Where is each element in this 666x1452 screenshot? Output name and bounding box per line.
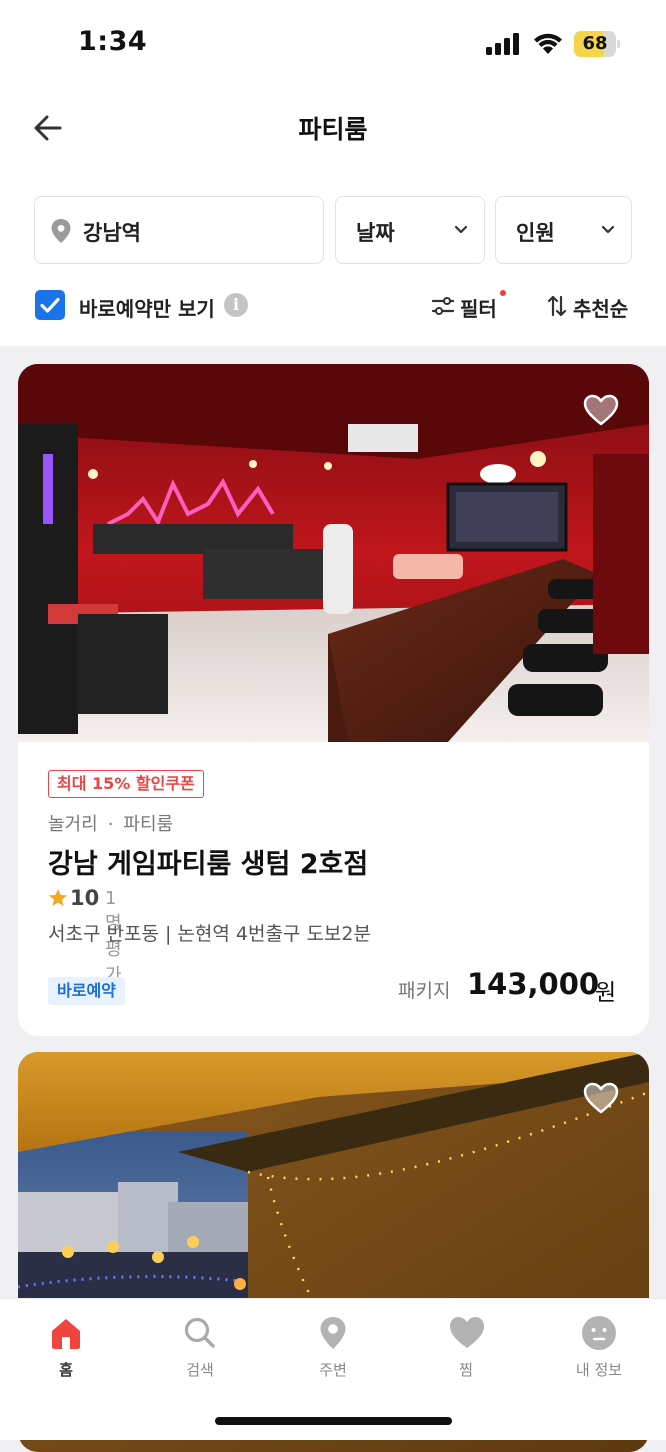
cellular-signal-icon xyxy=(486,33,519,55)
profile-face-icon xyxy=(582,1316,616,1350)
filter-button[interactable]: 필터 xyxy=(432,290,512,322)
location-pin-icon xyxy=(51,219,71,243)
instant-booking-badge: 바로예약 xyxy=(48,977,125,1005)
status-time: 1:34 xyxy=(78,26,148,57)
options-row: 바로예약만 보기 i 필터 추천순 xyxy=(0,284,666,328)
people-label: 인원 xyxy=(516,221,555,245)
tab-home[interactable]: 홈 xyxy=(6,1313,126,1385)
checkmark-icon xyxy=(40,297,60,313)
date-label: 날짜 xyxy=(356,221,395,245)
price-unit: 원 xyxy=(595,980,617,1006)
listing-category: 파티룸 xyxy=(123,814,174,835)
tab-nearby[interactable]: 주변 xyxy=(273,1313,393,1385)
date-selector[interactable]: 날짜 xyxy=(335,196,485,264)
rating-score: 10 xyxy=(70,886,100,910)
home-indicator xyxy=(215,1417,452,1425)
people-selector[interactable]: 인원 xyxy=(495,196,632,264)
listing-meta: 놀거리 · 파티룸 xyxy=(48,814,174,835)
page-title: 파티룸 xyxy=(298,115,368,144)
tab-wishlist[interactable]: 찜 xyxy=(406,1313,526,1385)
chevron-down-icon xyxy=(454,225,468,234)
bottom-tab-bar: 홈 검색 주변 찜 내 정보 xyxy=(0,1298,666,1440)
location-pin-icon xyxy=(320,1317,346,1349)
coupon-badge: 최대 15% 할인쿠폰 xyxy=(48,770,204,798)
price-value: 143,000 xyxy=(467,967,600,1001)
status-bar: 1:34 68 xyxy=(0,0,666,88)
tab-label: 내 정보 xyxy=(575,1361,623,1379)
search-icon xyxy=(184,1317,215,1348)
tab-label: 찜 xyxy=(459,1361,473,1379)
heart-icon xyxy=(450,1317,484,1348)
sort-button[interactable]: 추천순 xyxy=(547,290,637,322)
sort-arrows-icon xyxy=(547,295,567,317)
listing-card[interactable]: 최대 15% 할인쿠폰 놀거리 · 파티룸 강남 게임파티룸 생텀 2호점 10 1… xyxy=(18,364,649,1036)
instant-booking-label[interactable]: 바로예약만 보기 xyxy=(79,293,215,322)
chevron-down-icon xyxy=(601,225,615,234)
sliders-icon xyxy=(432,297,454,315)
star-icon xyxy=(49,889,67,906)
tab-label: 홈 xyxy=(59,1361,73,1379)
info-icon[interactable]: i xyxy=(224,293,248,317)
listing-address: 서초구 반포동 | 논현역 4번출구 도보2분 xyxy=(48,923,371,945)
tab-my-info[interactable]: 내 정보 xyxy=(539,1313,659,1385)
wifi-icon xyxy=(534,33,562,54)
listing-title[interactable]: 강남 게임파티룸 생텀 2호점 xyxy=(48,842,368,881)
battery-percent: 68 xyxy=(582,33,608,54)
listing-brand: 놀거리 xyxy=(48,814,98,835)
tab-label: 주변 xyxy=(319,1361,347,1379)
tab-search[interactable]: 검색 xyxy=(140,1313,260,1385)
heart-outline-icon[interactable] xyxy=(583,1082,619,1114)
tab-label: 검색 xyxy=(186,1361,214,1379)
nav-header: 파티룸 xyxy=(0,88,666,174)
filter-indicator-dot xyxy=(500,290,506,296)
filter-section: 강남역 날짜 인원 바로예약만 보기 i 필터 추천순 xyxy=(0,174,666,346)
battery-icon: 68 xyxy=(574,31,620,57)
instant-booking-checkbox[interactable] xyxy=(35,290,65,320)
location-field[interactable]: 강남역 xyxy=(34,196,324,264)
filter-label: 필터 xyxy=(460,297,497,321)
home-icon xyxy=(52,1319,80,1349)
location-value: 강남역 xyxy=(83,221,141,245)
sort-label: 추천순 xyxy=(573,297,629,321)
heart-outline-icon[interactable] xyxy=(583,394,619,426)
listing-photo[interactable] xyxy=(18,364,649,742)
price-label: 패키지 xyxy=(398,980,451,1002)
party-room-photo xyxy=(18,364,649,742)
